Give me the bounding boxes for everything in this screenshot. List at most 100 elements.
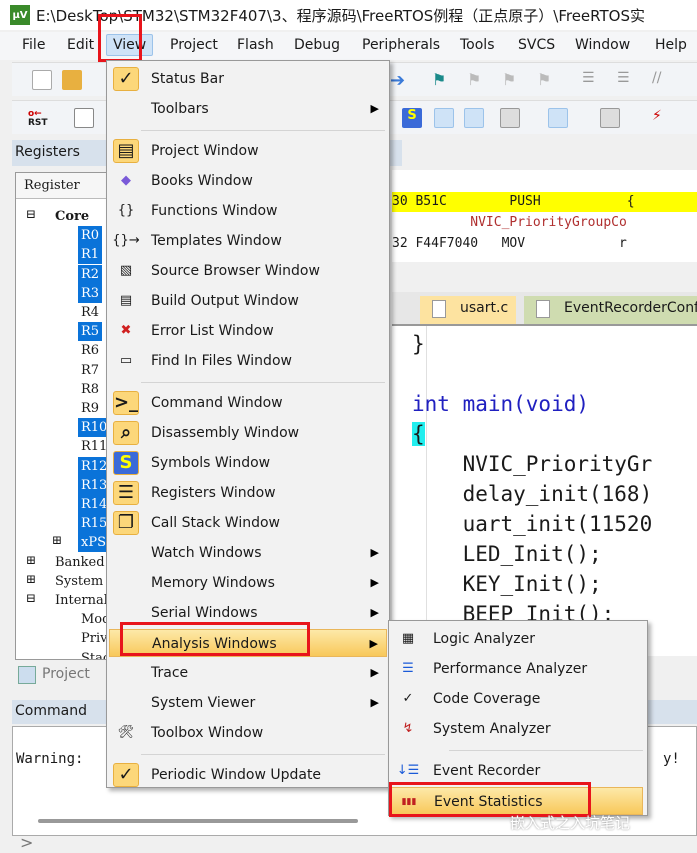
- code-line[interactable]: KEY_Init();: [412, 572, 602, 596]
- register-item[interactable]: R7: [78, 361, 102, 380]
- code-line[interactable]: LED_Init();: [412, 542, 602, 566]
- menu-tools[interactable]: Tools: [460, 37, 495, 53]
- menu-item-registers-window[interactable]: ☰ Registers Window: [109, 479, 387, 507]
- reset-cpu-button[interactable]: o← RST: [28, 110, 48, 130]
- tree-expand-toggle-icon[interactable]: ⊟: [26, 207, 36, 221]
- code-line[interactable]: }: [412, 332, 425, 356]
- code-editor[interactable]: } int main(void) { NVIC_PriorityGr delay_i…: [392, 326, 697, 656]
- call-stack-window-icon[interactable]: [464, 108, 484, 128]
- menu-edit[interactable]: Edit: [67, 37, 94, 53]
- menu-flash[interactable]: Flash: [237, 37, 274, 53]
- prev-bookmark-icon[interactable]: ⚑: [467, 70, 487, 90]
- registers-tree[interactable]: Register Core ⊟ R0 R1 R2 R3 R4 R5 R6 R7 R8 R9 R10 R11…: [15, 172, 110, 660]
- menu-item-memory-windows[interactable]: Memory Windows ▶: [109, 569, 387, 597]
- menu-peripherals[interactable]: Peripherals: [362, 37, 440, 53]
- menu-item-periodic-window-update[interactable]: ✓ Periodic Window Update: [109, 761, 387, 789]
- menu-item-source-browser-window[interactable]: ▧ Source Browser Window: [109, 257, 387, 285]
- navigate-forward-icon[interactable]: ➔: [390, 70, 410, 91]
- code-line[interactable]: {: [412, 422, 425, 446]
- menu-item-label: System Analyzer: [433, 721, 551, 737]
- command-prompt[interactable]: >: [20, 833, 33, 852]
- register-item[interactable]: R4: [78, 303, 102, 322]
- menu-item-toolbars[interactable]: Toolbars ▶: [109, 95, 387, 123]
- tree-expand-toggle-icon[interactable]: ⊞: [26, 553, 36, 567]
- menu-item-functions-window[interactable]: {} Functions Window: [109, 197, 387, 225]
- menu-item-templates-window[interactable]: {}→ Templates Window: [109, 227, 387, 255]
- tree-expand-toggle-icon[interactable]: ⊞: [52, 533, 62, 547]
- menu-item-project-window[interactable]: ▤ Project Window: [109, 137, 387, 165]
- menu-item-system-analyzer[interactable]: ↯ System Analyzer: [391, 715, 643, 743]
- code-line[interactable]: int main(void): [412, 392, 589, 416]
- menu-item-find-in-files-window[interactable]: ▭ Find In Files Window: [109, 347, 387, 375]
- code-line[interactable]: uart_init(11520: [412, 512, 653, 536]
- menu-item-toolbox-window[interactable]: 🛠 Toolbox Window: [109, 719, 387, 747]
- menu-item-event-recorder[interactable]: ↓☰ Event Recorder: [391, 757, 643, 785]
- menu-item-books-window[interactable]: ◆ Books Window: [109, 167, 387, 195]
- register-item[interactable]: R9: [78, 399, 102, 418]
- watch-window-icon[interactable]: [500, 108, 520, 128]
- tab-label: EventRecorderConf.h: [564, 300, 697, 316]
- menu-item-watch-windows[interactable]: Watch Windows ▶: [109, 539, 387, 567]
- menu-item-call-stack-window[interactable]: ❐ Call Stack Window: [109, 509, 387, 537]
- menu-item-status-bar[interactable]: ✓ Status Bar: [109, 65, 387, 93]
- bookmark-icon[interactable]: ⚑: [432, 70, 452, 90]
- menu-item-serial-windows[interactable]: Serial Windows ▶: [109, 599, 387, 627]
- menu-item-system-viewer[interactable]: System Viewer ▶: [109, 689, 387, 717]
- tab-project[interactable]: Project: [12, 660, 102, 690]
- menu-item-command-window[interactable]: >_ Command Window: [109, 389, 387, 417]
- menu-item-disassembly-window[interactable]: ⌕ Disassembly Window: [109, 419, 387, 447]
- menu-item-analysis-windows[interactable]: Analysis Windows ▶: [109, 629, 387, 657]
- register-item[interactable]: R5: [78, 322, 103, 342]
- horizontal-scrollbar[interactable]: [38, 819, 358, 823]
- next-bookmark-icon[interactable]: ⚑: [502, 70, 522, 90]
- menu-debug[interactable]: Debug: [294, 37, 340, 53]
- comment-icon[interactable]: //: [652, 70, 672, 90]
- disassembly-line[interactable]: 32 F44F7040 MOV r: [392, 234, 697, 254]
- symbols-window-icon[interactable]: S: [402, 108, 422, 128]
- new-file-icon[interactable]: [32, 70, 52, 90]
- register-item[interactable]: R8: [78, 380, 102, 399]
- analysis-window-icon[interactable]: ⚡: [652, 108, 672, 128]
- clear-bookmarks-icon[interactable]: ⚑: [537, 70, 557, 90]
- register-item[interactable]: Internal: [52, 591, 109, 610]
- open-folder-icon[interactable]: [62, 70, 82, 90]
- register-item[interactable]: R0: [78, 226, 103, 246]
- menu-window[interactable]: Window: [575, 37, 630, 53]
- menu-item-symbols-window[interactable]: S Symbols Window: [109, 449, 387, 477]
- register-item[interactable]: System: [52, 572, 106, 591]
- editor-tab[interactable]: EventRecorderConf.h: [524, 296, 697, 324]
- code-line[interactable]: delay_init(168): [412, 482, 653, 506]
- disassembly-view[interactable]: 30 B51C PUSH { NVIC_PriorityGroupCo 32 F4…: [392, 170, 697, 262]
- menu-item-logic-analyzer[interactable]: ▦ Logic Analyzer: [391, 625, 643, 653]
- register-item[interactable]: R3: [78, 283, 103, 303]
- menu-view[interactable]: View: [106, 34, 154, 56]
- serial-window-icon[interactable]: [600, 108, 620, 128]
- register-item[interactable]: R1: [78, 245, 103, 265]
- disassembly-line[interactable]: 30 B51C PUSH {: [392, 192, 697, 212]
- register-item[interactable]: R2: [78, 264, 103, 284]
- menu-item-code-coverage[interactable]: ✓ Code Coverage: [391, 685, 643, 713]
- registers-window-icon[interactable]: [434, 108, 454, 128]
- tree-expand-toggle-icon[interactable]: ⊟: [26, 591, 36, 605]
- register-item[interactable]: Banked: [52, 553, 108, 572]
- code-line[interactable]: NVIC_PriorityGr: [412, 452, 653, 476]
- menu-item-trace[interactable]: Trace ▶: [109, 659, 387, 687]
- menu-svcs[interactable]: SVCS: [518, 37, 555, 53]
- unindent-icon[interactable]: ☰: [617, 70, 637, 90]
- disassembly-line[interactable]: NVIC_PriorityGroupCo: [392, 213, 697, 233]
- menu-item-performance-analyzer[interactable]: ☰ Performance Analyzer: [391, 655, 643, 683]
- menu-project[interactable]: Project: [170, 37, 218, 53]
- memory-window-icon[interactable]: [548, 108, 568, 128]
- register-item[interactable]: Core: [52, 207, 92, 226]
- editor-tab[interactable]: usart.c: [420, 296, 517, 324]
- menu-item-event-statistics[interactable]: ▮▮▮ Event Statistics: [391, 787, 643, 815]
- step-icon[interactable]: [74, 108, 94, 128]
- menu-file[interactable]: File: [22, 37, 45, 53]
- menu-help[interactable]: Help: [655, 37, 687, 53]
- indent-icon[interactable]: ☰: [582, 70, 602, 90]
- menu-item-build-output-window[interactable]: ▤ Build Output Window: [109, 287, 387, 315]
- register-item[interactable]: R6: [78, 341, 102, 360]
- tree-expand-toggle-icon[interactable]: ⊞: [26, 572, 36, 586]
- menu-item-error-list-window[interactable]: ✖ Error List Window: [109, 317, 387, 345]
- register-column-header[interactable]: Register: [16, 173, 109, 199]
